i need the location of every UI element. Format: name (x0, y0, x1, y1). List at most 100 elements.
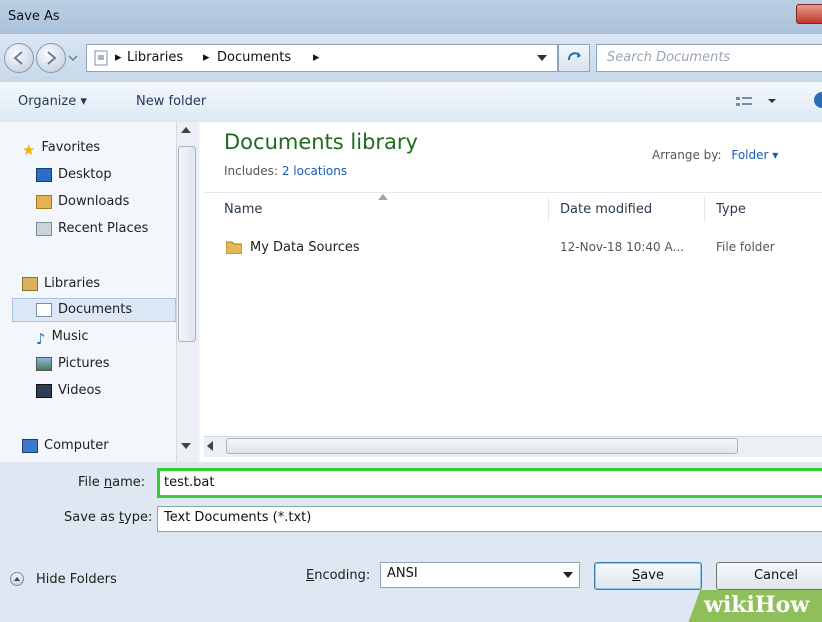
encoding-label-part: ncoding: (314, 568, 371, 583)
file-date-modified: 12-Nov-18 10:40 A... (560, 240, 684, 254)
address-dropdown-icon[interactable] (537, 55, 547, 63)
nav-item-videos[interactable]: Videos (36, 383, 101, 398)
window-title: Save As (8, 9, 60, 24)
recent-places-icon (36, 221, 52, 236)
save-as-type-select[interactable]: Text Documents (*.txt) (157, 506, 822, 532)
desktop-icon (36, 167, 52, 182)
back-arrow-icon (13, 51, 23, 65)
arrange-by: Arrange by: Folder ▾ (652, 148, 778, 162)
save-as-dialog: Save As ▸ Libraries ▸ Documents ▸ Search… (0, 0, 822, 622)
change-view-button[interactable] (736, 94, 784, 110)
search-placeholder: Search Documents (607, 50, 731, 65)
refresh-button[interactable] (558, 44, 590, 72)
column-header-type[interactable]: Type (716, 202, 746, 217)
nav-item-favorites[interactable]: ★ Favorites (22, 140, 101, 159)
sort-ascending-icon (378, 194, 388, 200)
breadcrumb-separator: ▸ (313, 50, 320, 65)
column-divider (704, 196, 705, 222)
back-button[interactable] (4, 43, 34, 73)
breadcrumb-separator: ▸ (203, 50, 210, 65)
encoding-label: Encoding: (306, 568, 370, 583)
nav-item-desktop[interactable]: Desktop (36, 167, 112, 182)
libraries-icon (22, 276, 38, 291)
documents-icon (36, 302, 52, 317)
file-name: My Data Sources (250, 240, 360, 255)
new-folder-button[interactable]: New folder (136, 94, 206, 109)
close-button[interactable] (796, 4, 822, 24)
includes-label: Includes: (224, 164, 278, 178)
column-header-date-modified[interactable]: Date modified (560, 202, 652, 217)
filename-label-accesskey: n (103, 475, 113, 490)
nav-label: Libraries (44, 276, 101, 291)
scroll-down-arrow-icon[interactable] (181, 442, 191, 450)
filename-label-part: File (78, 475, 104, 490)
collapse-chevron-icon (14, 577, 20, 581)
library-icon (94, 50, 108, 66)
nav-label: Desktop (58, 167, 112, 182)
includes-locations-link[interactable]: 2 locations (282, 164, 347, 178)
breadcrumb-documents[interactable]: Documents (217, 50, 291, 65)
refresh-icon (567, 52, 581, 61)
nav-item-computer[interactable]: Computer (22, 438, 109, 453)
arrange-by-label: Arrange by: (652, 148, 722, 162)
command-toolbar (0, 82, 822, 123)
nav-item-libraries[interactable]: Libraries (22, 276, 100, 291)
file-list-scroll-thumb[interactable] (226, 438, 738, 454)
nav-label: Computer (44, 438, 109, 453)
view-list-icon (736, 97, 776, 106)
column-header-name[interactable]: Name (224, 202, 262, 217)
nav-label: Documents (58, 302, 133, 317)
hide-folders-toggle[interactable] (10, 572, 24, 586)
filename-value: test.bat (164, 475, 215, 490)
nav-label: Music (51, 329, 89, 344)
breadcrumb-separator: ▸ (115, 50, 122, 65)
chevron-down-icon (563, 572, 573, 578)
organize-menu[interactable]: Organize ▾ (18, 94, 87, 109)
watermark-logo: wikiHow (704, 592, 810, 618)
recent-pages-dropdown[interactable] (68, 52, 78, 62)
save-as-type-label: Save as type: (64, 510, 152, 525)
star-icon: ★ (22, 140, 36, 159)
hide-folders-link[interactable]: Hide Folders (36, 572, 117, 587)
videos-icon (36, 383, 52, 398)
address-bar[interactable]: ▸ Libraries ▸ Documents ▸ (86, 44, 558, 72)
music-note-icon: ♪ (36, 329, 46, 348)
nav-item-documents[interactable]: Documents (36, 302, 132, 317)
column-divider (548, 196, 549, 222)
forward-button[interactable] (36, 43, 66, 73)
nav-label: Downloads (58, 194, 130, 209)
scroll-up-arrow-icon[interactable] (181, 126, 191, 134)
search-input[interactable]: Search Documents (596, 44, 822, 72)
library-includes: Includes: 2 locations (224, 164, 347, 178)
scroll-left-arrow-icon[interactable] (206, 441, 214, 451)
nav-item-music[interactable]: ♪ Music (36, 329, 89, 348)
nav-label: Videos (58, 383, 102, 398)
folder-icon (226, 241, 242, 254)
nav-label: Favorites (41, 140, 101, 155)
nav-item-pictures[interactable]: Pictures (36, 356, 109, 371)
forward-arrow-icon (47, 51, 57, 65)
chevron-down-icon (68, 55, 78, 62)
filename-field[interactable]: test.bat (157, 468, 822, 498)
cancel-button[interactable]: Cancel (716, 562, 822, 590)
nav-item-recent-places[interactable]: Recent Places (36, 221, 148, 236)
save-button[interactable]: Save (594, 562, 702, 590)
save-as-type-label-part: ype: (124, 510, 153, 525)
file-type: File folder (716, 240, 775, 254)
title-bar (0, 0, 822, 34)
nav-item-downloads[interactable]: Downloads (36, 194, 129, 209)
downloads-folder-icon (36, 194, 52, 209)
pictures-icon (36, 356, 52, 371)
encoding-value: ANSI (387, 566, 418, 581)
filename-label-part: ame: (112, 475, 146, 490)
library-title: Documents library (224, 130, 418, 154)
computer-icon (22, 438, 38, 453)
nav-scroll-thumb[interactable] (178, 146, 196, 342)
encoding-select[interactable]: ANSI (380, 562, 580, 588)
arrange-by-dropdown[interactable]: Folder ▾ (731, 148, 778, 162)
nav-label: Pictures (58, 356, 110, 371)
filename-label: File name: (78, 475, 145, 490)
encoding-label-accesskey: E (306, 568, 315, 583)
breadcrumb-libraries[interactable]: Libraries (127, 50, 183, 65)
save-as-type-label-part: Save as (64, 510, 119, 525)
